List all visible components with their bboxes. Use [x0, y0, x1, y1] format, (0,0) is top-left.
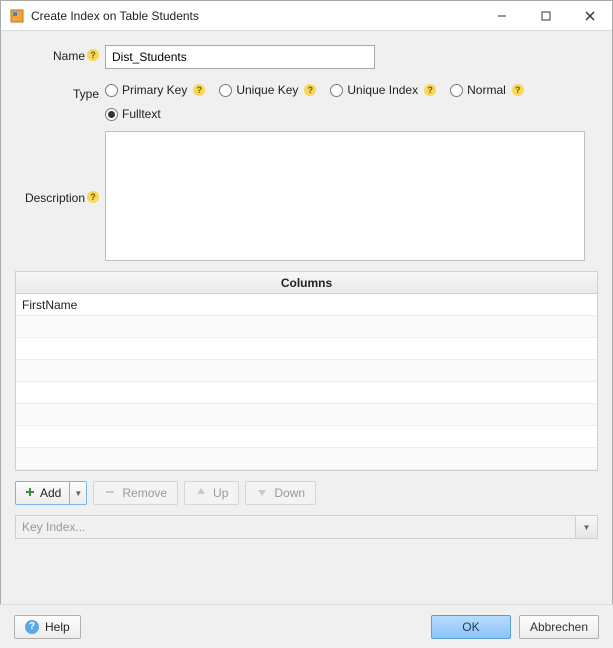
radio-icon: [330, 84, 343, 97]
type-row: Type Primary Key ? Unique Key ? Unique I…: [15, 79, 598, 121]
name-label: Name ?: [15, 45, 105, 69]
name-label-text: Name: [53, 49, 85, 63]
radio-icon: [105, 84, 118, 97]
arrow-up-icon: [195, 486, 207, 501]
window-controls: [480, 1, 612, 30]
maximize-button[interactable]: [524, 1, 568, 31]
down-button[interactable]: Down: [245, 481, 316, 505]
table-row[interactable]: [16, 382, 597, 404]
table-row[interactable]: [16, 426, 597, 448]
table-row[interactable]: [16, 316, 597, 338]
description-label-text: Description: [25, 191, 85, 205]
key-index-dropdown[interactable]: ▼: [576, 515, 598, 539]
name-row: Name ?: [15, 45, 598, 69]
window-title: Create Index on Table Students: [31, 9, 480, 23]
up-label: Up: [213, 486, 228, 500]
remove-button[interactable]: Remove: [93, 481, 178, 505]
type-label-text: Type: [73, 87, 99, 101]
columns-table: Columns FirstName: [15, 271, 598, 471]
radio-icon: [450, 84, 463, 97]
radio-primary-key[interactable]: Primary Key ?: [105, 83, 205, 97]
key-index-placeholder: Key Index...: [22, 520, 85, 534]
ok-label: OK: [462, 620, 479, 634]
app-icon: [9, 8, 25, 24]
help-icon[interactable]: ?: [304, 84, 316, 96]
table-row[interactable]: FirstName: [16, 294, 597, 316]
radio-label: Primary Key: [122, 83, 187, 97]
close-button[interactable]: [568, 1, 612, 31]
key-index-row: Key Index... ▼: [15, 515, 598, 539]
help-icon[interactable]: ?: [87, 49, 99, 61]
table-row[interactable]: [16, 448, 597, 470]
arrow-down-icon: [256, 486, 268, 501]
minimize-button[interactable]: [480, 1, 524, 31]
key-index-select[interactable]: Key Index...: [15, 515, 576, 539]
type-label: Type: [15, 79, 105, 121]
help-label: Help: [45, 620, 70, 634]
help-icon: ?: [25, 620, 39, 634]
add-label: Add: [40, 486, 61, 500]
help-icon[interactable]: ?: [424, 84, 436, 96]
name-input[interactable]: [105, 45, 375, 69]
description-textarea[interactable]: [105, 131, 585, 261]
columns-header: Columns: [16, 272, 597, 294]
title-bar: Create Index on Table Students: [1, 1, 612, 31]
plus-icon: [24, 486, 36, 501]
help-button[interactable]: ? Help: [14, 615, 81, 639]
ok-button[interactable]: OK: [431, 615, 511, 639]
cancel-label: Abbrechen: [530, 620, 588, 634]
remove-label: Remove: [122, 486, 167, 500]
radio-icon: [105, 108, 118, 121]
dialog-content: Name ? Type Primary Key ? Unique Key ? U…: [1, 31, 612, 539]
radio-fulltext[interactable]: Fulltext: [105, 107, 575, 121]
table-row[interactable]: [16, 404, 597, 426]
dialog-footer: ? Help OK Abbrechen: [0, 604, 613, 648]
radio-label: Unique Index: [347, 83, 418, 97]
columns-toolbar: Add ▼ Remove Up Down: [15, 481, 598, 505]
radio-icon: [219, 84, 232, 97]
chevron-down-icon: ▼: [583, 523, 591, 532]
radio-unique-index[interactable]: Unique Index ?: [330, 83, 436, 97]
type-radio-group: Primary Key ? Unique Key ? Unique Index …: [105, 79, 575, 121]
radio-unique-key[interactable]: Unique Key ?: [219, 83, 316, 97]
up-button[interactable]: Up: [184, 481, 239, 505]
help-icon[interactable]: ?: [512, 84, 524, 96]
help-icon[interactable]: ?: [87, 191, 99, 203]
columns-list[interactable]: FirstName: [16, 294, 597, 470]
description-row: Description ?: [15, 131, 598, 261]
table-row[interactable]: [16, 338, 597, 360]
add-dropdown[interactable]: ▼: [70, 482, 86, 504]
add-button[interactable]: Add: [16, 482, 70, 504]
radio-normal[interactable]: Normal ?: [450, 83, 524, 97]
radio-label: Normal: [467, 83, 506, 97]
table-row[interactable]: [16, 360, 597, 382]
radio-label: Unique Key: [236, 83, 298, 97]
radio-label: Fulltext: [122, 107, 161, 121]
cancel-button[interactable]: Abbrechen: [519, 615, 599, 639]
down-label: Down: [274, 486, 305, 500]
help-icon[interactable]: ?: [193, 84, 205, 96]
add-split-button: Add ▼: [15, 481, 87, 505]
chevron-down-icon: ▼: [74, 489, 82, 498]
minus-icon: [104, 486, 116, 501]
description-label: Description ?: [15, 131, 105, 261]
